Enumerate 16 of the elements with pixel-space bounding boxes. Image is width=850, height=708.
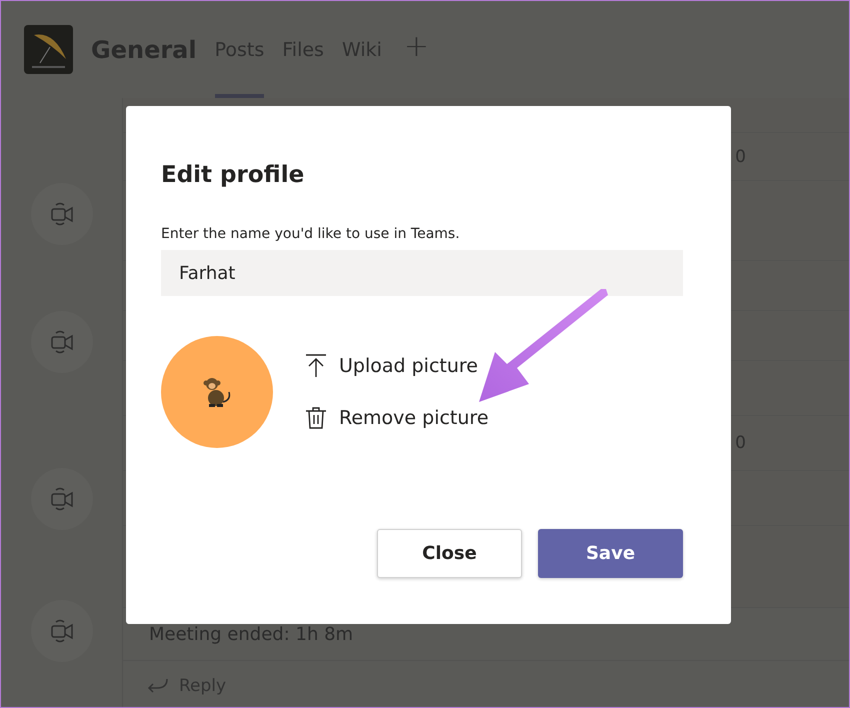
trash-icon bbox=[305, 406, 327, 430]
save-button[interactable]: Save bbox=[538, 529, 683, 578]
reply-icon bbox=[147, 678, 169, 694]
upload-icon bbox=[305, 354, 327, 378]
video-camera-icon bbox=[50, 618, 74, 644]
name-input-field[interactable]: Farhat bbox=[161, 250, 683, 296]
name-label: Enter the name you'd like to use in Teams. bbox=[161, 226, 461, 242]
video-camera-icon bbox=[50, 329, 74, 355]
video-camera-icon bbox=[50, 201, 74, 227]
dialog-title: Edit profile bbox=[161, 162, 306, 188]
video-camera-icon bbox=[50, 486, 74, 512]
remove-picture-button[interactable]: Remove picture bbox=[305, 406, 489, 430]
close-button[interactable]: Close bbox=[377, 529, 522, 578]
team-logo bbox=[24, 25, 73, 74]
monkey-icon bbox=[201, 376, 233, 408]
upload-picture-button[interactable]: Upload picture bbox=[305, 354, 489, 378]
